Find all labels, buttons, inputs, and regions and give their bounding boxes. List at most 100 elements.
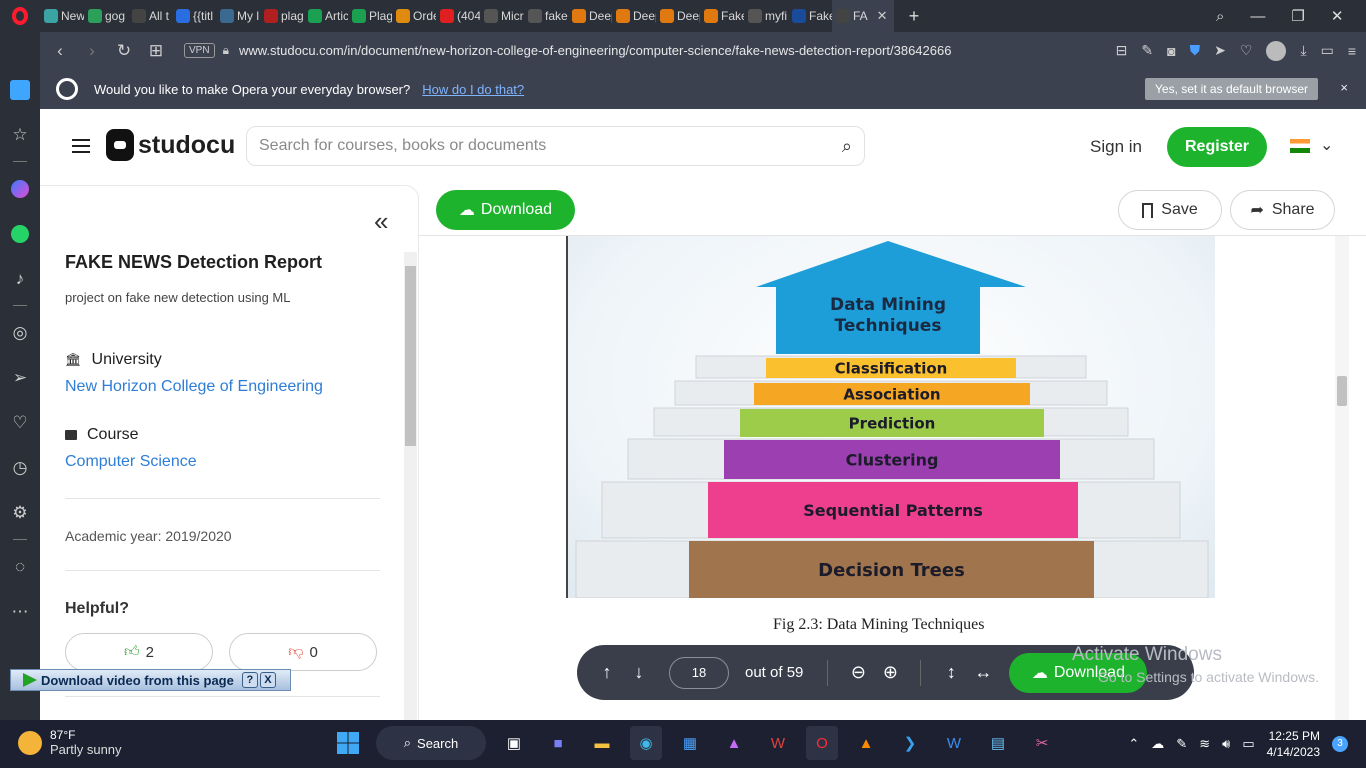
send-icon[interactable]: ➤ [1214, 42, 1226, 59]
windows-start-icon[interactable] [332, 726, 364, 760]
battery-icon[interactable]: ▭ [1242, 736, 1254, 752]
tab-17[interactable]: Fake [788, 0, 832, 32]
tab-9[interactable]: (404 [436, 0, 480, 32]
notification-badge[interactable]: 3 [1332, 736, 1348, 752]
vscode-icon[interactable]: ❯ [894, 726, 926, 760]
store-icon[interactable]: ▦ [674, 726, 706, 760]
download-button[interactable]: ☁ Download [436, 190, 575, 230]
vpn-badge[interactable]: VPN [184, 43, 215, 58]
viewer-scroll-thumb[interactable] [1337, 376, 1347, 406]
teams-icon[interactable]: ■ [542, 726, 574, 760]
video-download-label[interactable]: Download video from this page [41, 673, 234, 688]
share-button[interactable]: ➦ Share [1230, 190, 1335, 230]
notepad-icon[interactable]: ▤ [982, 726, 1014, 760]
upvote-button[interactable]: 👍︎ 2 [65, 633, 213, 671]
tab-2[interactable]: All t [128, 0, 172, 32]
edit-icon[interactable]: ✎ [1141, 42, 1153, 59]
tab-7[interactable]: Plag [348, 0, 392, 32]
infobar-help-link[interactable]: How do I do that? [422, 82, 524, 97]
taskbar-search[interactable]: ⌕ Search [376, 726, 486, 760]
page-number-input[interactable]: 18 [669, 656, 729, 689]
reader-icon[interactable]: ⊟ [1116, 42, 1128, 59]
tab-3[interactable]: {{titl [172, 0, 216, 32]
camera-icon[interactable]: ◙ [1167, 43, 1175, 59]
tab-4[interactable]: My l [216, 0, 260, 32]
bookmarks-icon[interactable]: ☆ [0, 112, 40, 157]
collapse-panel-button[interactable]: « [374, 206, 388, 237]
close-window-button[interactable]: ✕ [1331, 7, 1344, 25]
close-tab-icon[interactable]: ✕ [877, 8, 888, 24]
tiktok-icon[interactable]: ♪ [0, 256, 40, 301]
zoom-in-icon[interactable]: ⊕ [874, 662, 906, 683]
more-icon[interactable]: ⋯ [0, 589, 40, 634]
player-icon[interactable]: ◎ [0, 310, 40, 355]
panel-scroll-thumb[interactable] [405, 266, 416, 446]
set-default-button[interactable]: Yes, set it as default browser [1145, 78, 1318, 100]
sign-in-link[interactable]: Sign in [1090, 137, 1142, 157]
wifi-icon[interactable]: ≋ [1199, 736, 1210, 752]
zoom-out-icon[interactable]: ⊖ [842, 662, 874, 683]
clock[interactable]: 12:25 PM 4/14/2023 [1267, 728, 1320, 760]
affinity-icon[interactable]: ▲ [718, 726, 750, 760]
panel-scrollbar[interactable] [404, 252, 417, 720]
opera-menu-icon[interactable] [0, 0, 40, 32]
file-explorer-icon[interactable]: ▬ [586, 726, 618, 760]
maximize-button[interactable]: ❐ [1291, 7, 1304, 25]
studocu-logo[interactable]: studocu [106, 129, 235, 161]
tab-13[interactable]: Deep [612, 0, 656, 32]
weather-widget[interactable]: 87°F Partly sunny [18, 728, 122, 757]
tab-16[interactable]: myfi [744, 0, 788, 32]
tab-14[interactable]: Deep [656, 0, 700, 32]
search-input[interactable]: Search for courses, books or documents ⌕ [246, 126, 865, 166]
opera-icon[interactable]: O [806, 726, 838, 760]
url-field[interactable]: www.studocu.com/in/document/new-horizon-… [239, 43, 952, 58]
task-view-icon[interactable]: ▣ [498, 726, 530, 760]
tab-5[interactable]: plag [260, 0, 304, 32]
volume-icon[interactable]: 🔊︎ [1222, 736, 1230, 752]
profile-icon[interactable] [1266, 40, 1287, 61]
search-icon[interactable]: ⌕ [842, 136, 852, 157]
battery-icon[interactable]: ▭ [1321, 42, 1334, 59]
tab-11[interactable]: fake [524, 0, 568, 32]
edge-icon[interactable]: ◉ [630, 726, 662, 760]
shield-icon[interactable]: ⛊ [1190, 42, 1201, 59]
fit-width-icon[interactable]: ↔ [967, 662, 999, 683]
chevron-up-icon[interactable]: ⌃ [1128, 736, 1139, 752]
help-button[interactable]: ? [241, 672, 258, 688]
history-icon[interactable]: ◷ [0, 445, 40, 490]
tab-0[interactable]: New [40, 0, 84, 32]
hamburger-menu-icon[interactable] [72, 139, 90, 153]
home-icon[interactable] [0, 67, 40, 112]
arrow-up-icon[interactable]: ↑ [591, 662, 623, 683]
tips-icon[interactable]: ◌ [0, 544, 40, 589]
menu-icon[interactable]: ≡ [1348, 43, 1356, 59]
close-button[interactable]: X [259, 672, 276, 688]
heart-icon[interactable]: ♡ [0, 400, 40, 445]
downvote-button[interactable]: 👎︎ 0 [229, 633, 377, 671]
pen-icon[interactable]: ✎ [1176, 736, 1187, 752]
chevron-down-icon[interactable]: ⌄ [1320, 135, 1333, 155]
video-download-bar[interactable]: Download video from this page ? X [10, 669, 291, 691]
send-icon[interactable]: ➢ [0, 355, 40, 400]
snipping-tool-icon[interactable]: ✂ [1026, 726, 1058, 760]
save-button[interactable]: Save [1118, 190, 1222, 230]
tab-15[interactable]: Fake [700, 0, 744, 32]
onedrive-icon[interactable]: ☁ [1151, 736, 1164, 752]
minimize-button[interactable]: — [1250, 8, 1265, 25]
forward-button[interactable]: › [76, 41, 108, 61]
tab-6[interactable]: Artic [304, 0, 348, 32]
new-tab-button[interactable]: + [894, 6, 934, 27]
wps-icon[interactable]: W [762, 726, 794, 760]
course-link[interactable]: Computer Science [65, 453, 197, 471]
close-icon[interactable]: × [1340, 80, 1348, 95]
reload-button[interactable]: ↻ [108, 41, 140, 61]
messenger-icon[interactable] [0, 166, 40, 211]
heart-icon[interactable]: ♡ [1240, 42, 1253, 59]
settings-icon[interactable]: ⚙ [0, 490, 40, 535]
register-button[interactable]: Register [1167, 127, 1267, 167]
india-flag-icon[interactable] [1290, 139, 1310, 153]
search-tabs-icon[interactable]: ⌕ [1216, 8, 1224, 25]
fit-height-icon[interactable]: ↕ [935, 662, 967, 683]
back-button[interactable]: ‹ [44, 41, 76, 61]
whatsapp-icon[interactable] [0, 211, 40, 256]
